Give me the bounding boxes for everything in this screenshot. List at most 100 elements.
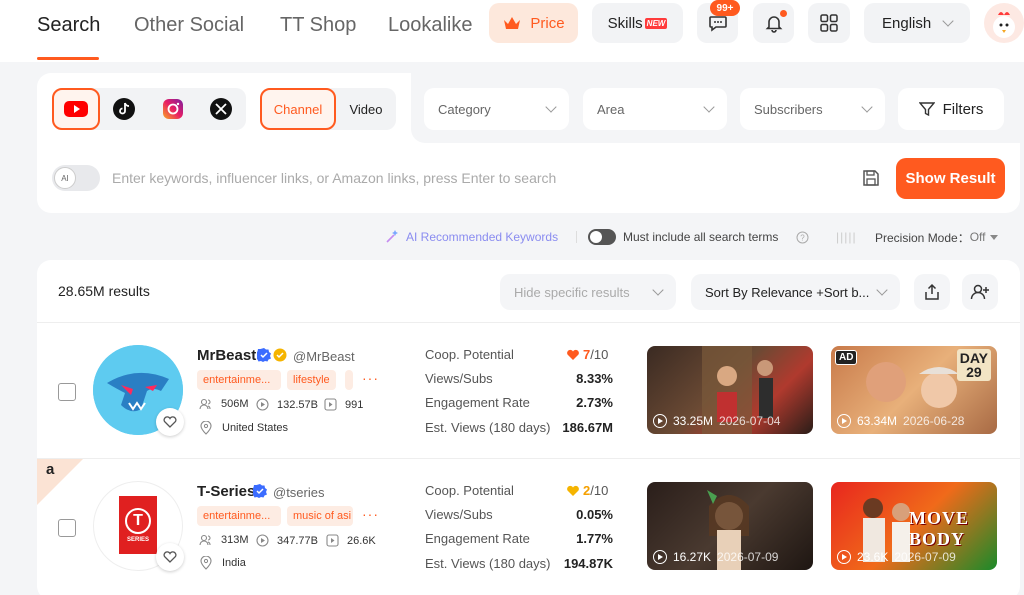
price-button[interactable]: Price <box>489 3 578 43</box>
play-circle-icon <box>256 534 269 547</box>
area-select[interactable]: Area <box>583 88 727 130</box>
category-tag[interactable]: lifestyle <box>287 370 336 390</box>
sort-select[interactable]: Sort By Relevance +Sort b... <box>691 274 900 310</box>
filter-icon <box>918 102 935 117</box>
channel-name[interactable]: T-Series <box>197 483 255 500</box>
category-tag[interactable]: entertainme... <box>197 370 281 390</box>
video-stats: 33.25M 2026-07-04 <box>653 414 780 428</box>
more-tags-button[interactable]: ··· <box>362 370 379 386</box>
views-subs-label: Views/Subs <box>425 507 493 522</box>
engagement-label: Engagement Rate <box>425 395 530 410</box>
row-checkbox[interactable] <box>58 519 76 537</box>
price-label: Price <box>530 14 565 32</box>
play-icon <box>653 414 667 428</box>
chevron-down-icon <box>942 15 954 27</box>
category-select[interactable]: Category <box>424 88 569 130</box>
precision-bars-icon: ||||| <box>836 230 857 244</box>
youtube-icon <box>64 101 88 117</box>
platform-tiktok[interactable] <box>100 88 148 130</box>
chevron-down-icon <box>703 101 715 113</box>
svg-text:?: ? <box>800 233 805 242</box>
save-icon <box>863 170 879 186</box>
save-search-button[interactable] <box>862 169 880 192</box>
play-icon <box>837 550 851 564</box>
skills-button[interactable]: Skills NEW <box>592 3 683 43</box>
export-button[interactable] <box>914 274 950 310</box>
video-date: 2026-07-04 <box>719 414 781 428</box>
filters-button[interactable]: Filters <box>898 88 1004 130</box>
video-thumbnail[interactable]: 33.25M 2026-07-04 <box>647 346 813 434</box>
notifications-button[interactable] <box>753 3 794 43</box>
user-avatar[interactable] <box>984 3 1024 43</box>
divider <box>576 228 577 246</box>
platform-youtube[interactable] <box>52 88 100 130</box>
engagement-value: 1.77% <box>576 531 613 546</box>
must-include-toggle[interactable] <box>588 229 616 245</box>
favorite-button[interactable] <box>156 408 184 436</box>
ai-recommended-keywords[interactable]: AI Recommended Keywords <box>384 228 558 246</box>
views-subs-value: 0.05% <box>576 507 613 522</box>
mode-channel[interactable]: Channel <box>260 88 336 130</box>
coop-max: /10 <box>590 483 609 498</box>
subscribers-stat: 313M <box>199 534 249 546</box>
coop-potential-score: 7 /10 <box>566 347 608 362</box>
amazon-icon: a <box>46 461 55 478</box>
tab-tt-shop[interactable]: TT Shop <box>280 12 356 38</box>
add-influencer-button[interactable] <box>962 274 998 310</box>
subscribers-select[interactable]: Subscribers <box>740 88 885 130</box>
country-stat: India <box>200 556 246 570</box>
channel-handle[interactable]: @MrBeast <box>293 349 355 364</box>
grid-icon <box>820 14 838 32</box>
channel-handle[interactable]: @tseries <box>273 485 325 500</box>
video-thumbnail[interactable]: 16.27K 2026-07-09 <box>647 482 813 570</box>
ai-keywords-label: AI Recommended Keywords <box>406 230 559 244</box>
coop-potential-label: Coop. Potential <box>425 347 514 362</box>
row-checkbox[interactable] <box>58 383 76 401</box>
x-icon <box>210 98 232 120</box>
tab-other-social[interactable]: Other Social <box>134 12 244 38</box>
videos-count: 991 <box>345 398 364 411</box>
coop-max: /10 <box>590 347 609 362</box>
views-stat: 132.57B <box>256 398 318 411</box>
search-input[interactable] <box>112 168 672 188</box>
heart-score-icon <box>567 349 579 360</box>
est-views-label: Est. Views (180 days) <box>425 556 551 571</box>
video-date: 2026-06-28 <box>903 414 965 428</box>
platform-x[interactable] <box>197 88 245 130</box>
hide-results-label: Hide specific results <box>514 284 630 300</box>
category-tag[interactable]: music of asi <box>287 506 353 526</box>
tab-lookalike[interactable]: Lookalike <box>388 12 473 38</box>
video-thumbnail[interactable]: AD DAY 29 63.34M 2026-06-28 <box>831 346 997 434</box>
precision-label: Precision Mode： <box>875 230 970 245</box>
sparkle-icon <box>386 230 398 243</box>
tab-search[interactable]: Search <box>37 12 100 38</box>
platform-instagram[interactable] <box>149 88 197 130</box>
favorite-button[interactable] <box>156 543 184 571</box>
video-views: 23.6K <box>857 550 889 564</box>
help-icon[interactable]: ? <box>796 228 809 246</box>
channel-name[interactable]: MrBeast <box>197 347 256 364</box>
language-select[interactable]: English <box>864 3 970 43</box>
category-tag[interactable]: entertainme... <box>197 506 281 526</box>
add-user-icon <box>970 284 989 300</box>
filters-label: Filters <box>942 100 984 118</box>
show-result-button[interactable]: Show Result <box>896 158 1005 199</box>
video-thumbnail[interactable]: MOVE BODY 23.6K 2026-07-09 <box>831 482 997 570</box>
amazon-corner-badge <box>37 459 83 505</box>
mode-video[interactable]: Video <box>336 88 396 130</box>
views-count: 132.57B <box>277 398 318 411</box>
apps-button[interactable] <box>808 3 850 43</box>
hide-results-select[interactable]: Hide specific results <box>500 274 676 310</box>
verified-icon <box>253 484 267 498</box>
video-stats: 63.34M 2026-06-28 <box>837 414 964 428</box>
chevron-down-icon <box>861 101 873 113</box>
video-stats: 23.6K 2026-07-09 <box>837 550 956 564</box>
video-views: 33.25M <box>673 414 714 428</box>
play-circle-icon <box>256 398 269 411</box>
precision-mode-select[interactable]: Precision Mode： Off <box>875 228 998 246</box>
views-count: 347.77B <box>277 534 318 547</box>
video-views: 63.34M <box>857 414 898 428</box>
more-tags-button[interactable]: ··· <box>362 506 379 522</box>
video-date: 2026-07-09 <box>894 550 956 564</box>
divider <box>37 322 1020 323</box>
